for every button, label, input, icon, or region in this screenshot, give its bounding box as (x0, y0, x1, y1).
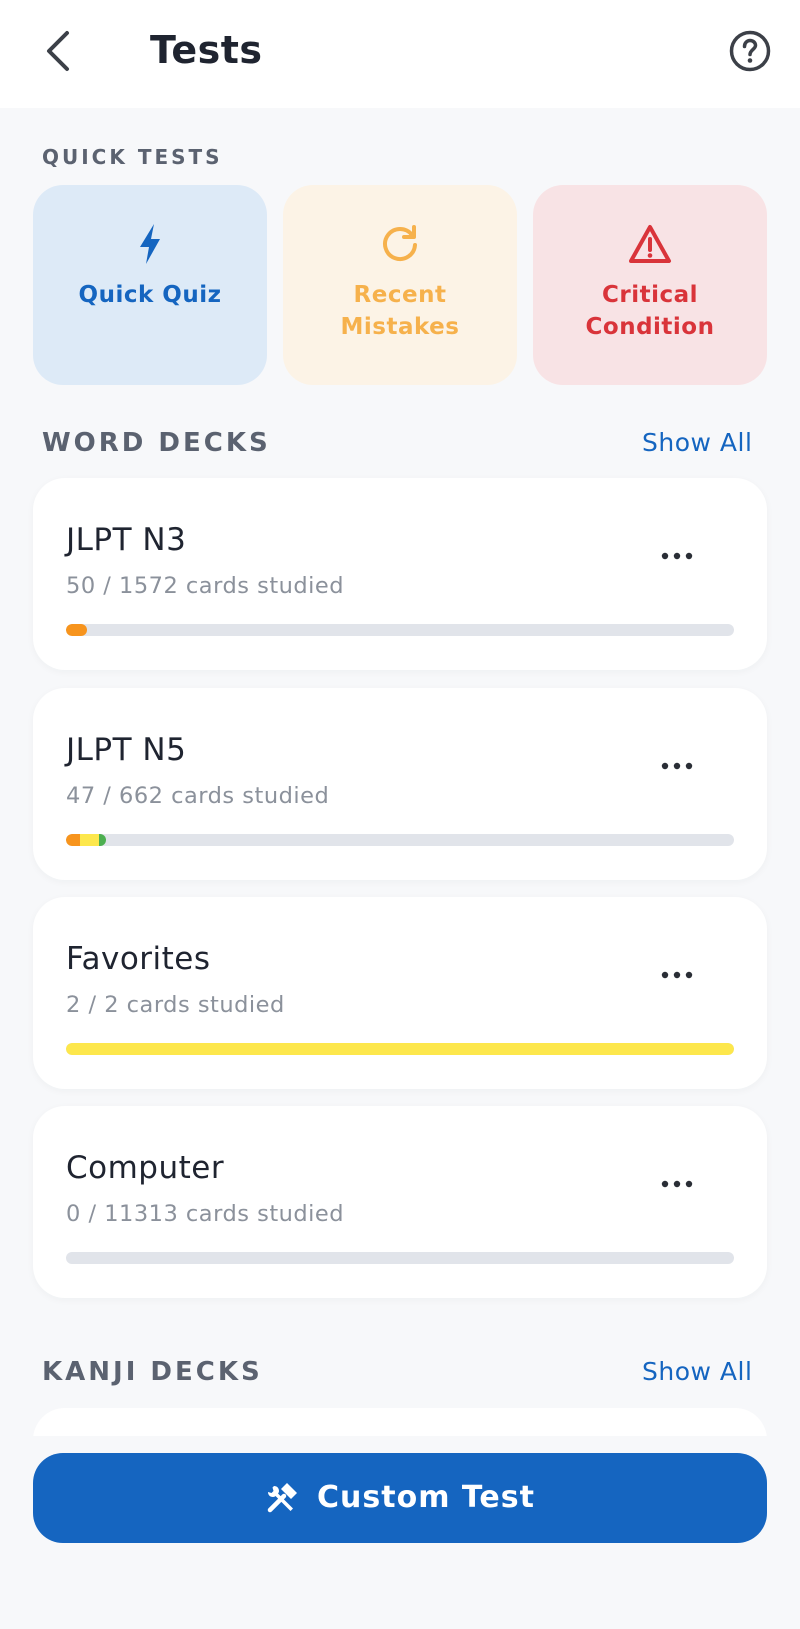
top-bar: Tests (0, 0, 800, 108)
deck-progress-text: 2 / 2 cards studied (66, 992, 285, 1018)
deck-card-computer[interactable]: Computer 0 / 11313 cards studied (33, 1106, 767, 1298)
deck-more-button[interactable] (655, 746, 699, 786)
deck-name: JLPT N5 (66, 732, 187, 768)
deck-name: Computer (66, 1150, 225, 1186)
custom-test-button[interactable]: Custom Test (33, 1453, 767, 1543)
word-decks-heading: WORD DECKS (42, 428, 271, 458)
word-decks-show-all-link[interactable]: Show All (642, 426, 752, 460)
more-horizontal-icon (661, 971, 693, 979)
question-circle-icon (729, 30, 771, 72)
lightning-icon (140, 224, 160, 264)
critical-condition-card[interactable]: Critical Condition (533, 185, 767, 385)
deck-more-button[interactable] (655, 955, 699, 995)
deck-card-favorites[interactable]: Favorites 2 / 2 cards studied (33, 897, 767, 1089)
progress-segment (66, 1043, 734, 1055)
back-button[interactable] (36, 26, 80, 76)
deck-progress-text: 0 / 11313 cards studied (66, 1201, 345, 1227)
custom-test-label: Custom Test (317, 1480, 535, 1515)
quick-quiz-label: Quick Quiz (78, 282, 222, 308)
progress-segment (80, 834, 99, 846)
help-button[interactable] (728, 29, 772, 73)
deck-progress-bar (66, 834, 734, 846)
chevron-left-icon (47, 31, 69, 71)
more-horizontal-icon (661, 762, 693, 770)
refresh-icon (383, 225, 417, 262)
deck-name: JLPT N3 (66, 522, 187, 558)
kanji-decks-show-all-link[interactable]: Show All (642, 1355, 752, 1389)
quick-tests-heading: QUICK TESTS (42, 145, 223, 169)
page-title: Tests (150, 28, 263, 72)
progress-segment (99, 834, 106, 846)
critical-condition-label: Critical Condition (585, 282, 715, 340)
recent-mistakes-label: Recent Mistakes (340, 282, 460, 340)
progress-segment (66, 624, 87, 636)
deck-more-button[interactable] (655, 1164, 699, 1204)
deck-card-jlpt-n5[interactable]: JLPT N5 47 / 662 cards studied (33, 688, 767, 880)
quick-quiz-card[interactable]: Quick Quiz (33, 185, 267, 385)
tools-icon (267, 1483, 298, 1513)
deck-name: Favorites (66, 941, 211, 977)
warning-icon (629, 225, 671, 263)
deck-progress-text: 50 / 1572 cards studied (66, 573, 345, 599)
progress-segment (66, 834, 80, 846)
more-horizontal-icon (661, 552, 693, 560)
deck-more-button[interactable] (655, 536, 699, 576)
deck-progress-text: 47 / 662 cards studied (66, 783, 330, 809)
deck-progress-bar (66, 624, 734, 636)
deck-progress-bar (66, 1043, 734, 1055)
kanji-decks-heading: KANJI DECKS (42, 1357, 263, 1387)
deck-progress-bar (66, 1252, 734, 1264)
more-horizontal-icon (661, 1180, 693, 1188)
recent-mistakes-card[interactable]: Recent Mistakes (283, 185, 517, 385)
deck-card-jlpt-n3[interactable]: JLPT N3 50 / 1572 cards studied (33, 478, 767, 670)
